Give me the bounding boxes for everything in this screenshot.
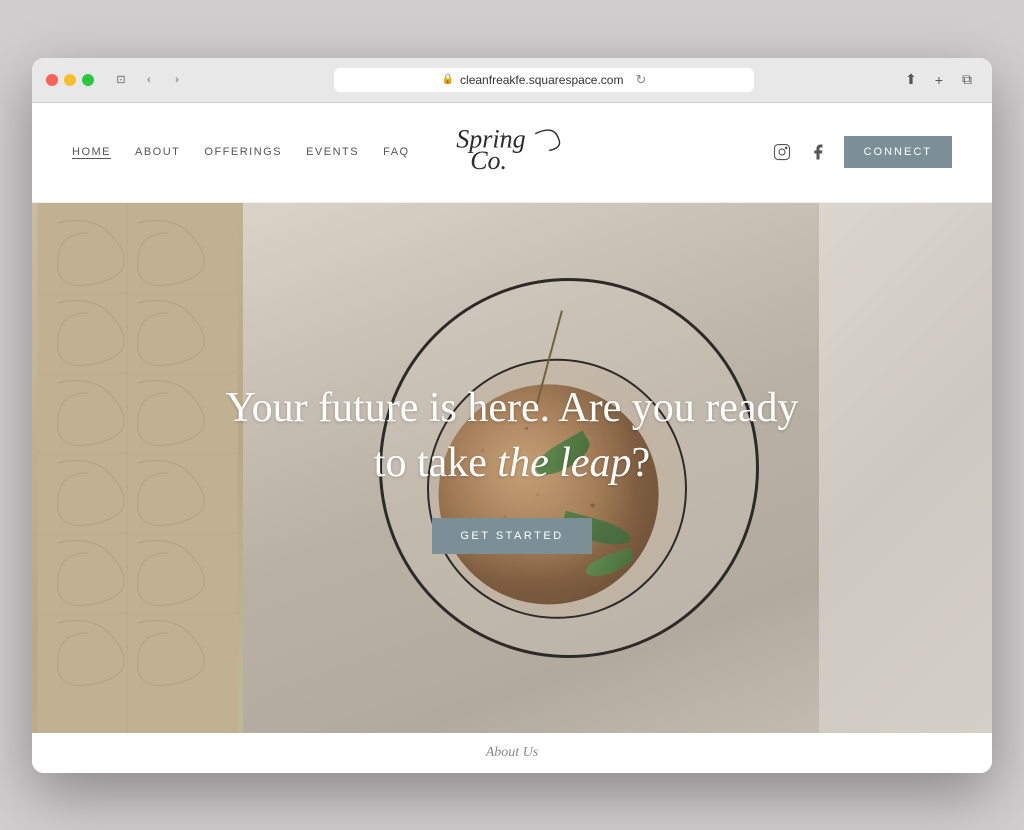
nav-link-offerings[interactable]: OFFERINGS — [204, 146, 282, 158]
get-started-button[interactable]: GET STARTED — [432, 518, 591, 554]
reload-icon[interactable]: ↻ — [635, 72, 646, 88]
connect-button[interactable]: CONNECT — [844, 136, 952, 168]
share-icon[interactable]: ⬆ — [900, 69, 922, 91]
traffic-lights — [46, 74, 94, 86]
hero-content: Your future is here. Are you ready to ta… — [32, 203, 992, 733]
url-text: cleanfreakfe.squarespace.com — [460, 73, 623, 87]
about-teaser: About Us — [32, 733, 992, 773]
nav-link-events[interactable]: EVENTS — [306, 146, 359, 158]
navigation: HOME ABOUT OFFERINGS EVENTS FAQ Spring +… — [32, 103, 992, 203]
hero-headline-end: ? — [632, 440, 651, 486]
logo-svg: Spring + Co. — [447, 115, 577, 185]
website-content: HOME ABOUT OFFERINGS EVENTS FAQ Spring +… — [32, 103, 992, 773]
svg-text:+: + — [498, 129, 508, 145]
nav-links-left: HOME ABOUT OFFERINGS EVENTS FAQ — [72, 146, 410, 158]
hero-headline-line2: to take — [374, 440, 498, 486]
browser-window: ⊡ ‹ › 🔒 cleanfreakfe.squarespace.com ↻ ⬆… — [32, 58, 992, 773]
lock-icon: 🔒 — [442, 74, 454, 85]
browser-controls: ⊡ ‹ › — [110, 69, 188, 91]
hero-headline-italic: the leap — [497, 440, 631, 486]
facebook-icon[interactable] — [808, 142, 828, 162]
duplicate-tab-icon[interactable]: ⧉ — [956, 69, 978, 91]
nav-right: CONNECT — [772, 136, 952, 168]
instagram-icon[interactable] — [772, 142, 792, 162]
hero-headline-line1: Your future is here. Are you ready — [225, 385, 798, 431]
new-tab-icon[interactable]: + — [928, 69, 950, 91]
nav-link-about[interactable]: ABOUT — [135, 146, 180, 158]
site-logo[interactable]: Spring + Co. — [447, 115, 577, 190]
sidebar-toggle-icon[interactable]: ⊡ — [110, 69, 132, 91]
hero-headline: Your future is here. Are you ready to ta… — [225, 381, 798, 490]
maximize-button[interactable] — [82, 74, 94, 86]
nav-link-home[interactable]: HOME — [72, 146, 111, 158]
svg-text:Co.: Co. — [470, 146, 507, 175]
nav-link-faq[interactable]: FAQ — [383, 146, 410, 158]
browser-titlebar: ⊡ ‹ › 🔒 cleanfreakfe.squarespace.com ↻ ⬆… — [32, 58, 992, 103]
close-button[interactable] — [46, 74, 58, 86]
minimize-button[interactable] — [64, 74, 76, 86]
address-bar[interactable]: 🔒 cleanfreakfe.squarespace.com ↻ — [334, 68, 754, 92]
forward-icon[interactable]: › — [166, 69, 188, 91]
back-icon[interactable]: ‹ — [138, 69, 160, 91]
about-teaser-label: About Us — [486, 745, 539, 760]
browser-actions: ⬆ + ⧉ — [900, 69, 978, 91]
hero-section: Your future is here. Are you ready to ta… — [32, 203, 992, 733]
